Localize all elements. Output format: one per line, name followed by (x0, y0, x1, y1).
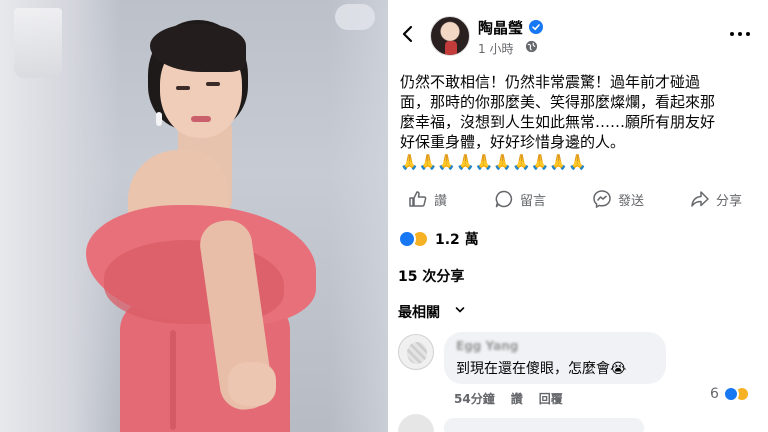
photo-earring (156, 112, 162, 126)
post-text-line: 麼幸福，沒想到人生如此無常……願所有朋友好 (400, 113, 716, 131)
post-photo[interactable] (0, 0, 388, 432)
comment-sort-dropdown[interactable]: 最相關 (398, 302, 440, 322)
facebook-post: 陶晶瑩 1 小時 仍然不敢相信！仍然非常震驚！過年前才碰過 面，那時的你那麼美、… (388, 0, 768, 432)
reaction-count: 1.2 萬 (435, 232, 479, 248)
reaction-summary[interactable]: 1.2 萬 (398, 228, 479, 250)
like-button[interactable]: 讚 (408, 188, 447, 210)
photo-dress-fold (170, 330, 176, 430)
globe-icon (525, 40, 538, 53)
comment-bubble: Egg Yang 到現在還在傻眼，怎麼會😭 (444, 332, 666, 384)
like-reaction-icon (398, 230, 416, 248)
messenger-icon (593, 190, 611, 209)
like-label: 讚 (434, 193, 448, 209)
chevron-down-icon[interactable] (455, 306, 465, 314)
comment-icon (495, 190, 513, 208)
comment-label: 留言 (520, 193, 547, 209)
author-avatar[interactable] (430, 16, 470, 56)
action-bar: 讚 留言 發送 分享 (388, 182, 768, 216)
post-text-line: 仍然不敢相信！仍然非常震驚！過年前才碰過 (400, 73, 701, 91)
comment-reactions[interactable]: 6 (710, 386, 750, 402)
photo-hand (228, 362, 276, 406)
like-reaction-icon (722, 386, 739, 402)
photo-lips (191, 116, 211, 122)
photo-wall-logo (335, 4, 375, 30)
post-text: 仍然不敢相信！仍然非常震驚！過年前才碰過 面，那時的你那麼美、笑得那麼燦爛，看起… (400, 72, 760, 172)
comment-time[interactable]: 54分鐘 (454, 390, 495, 407)
verified-badge-icon (529, 20, 543, 34)
share-button[interactable]: 分享 (690, 188, 742, 210)
post-text-emoji-line: 🙏🙏🙏🙏🙏🙏🙏🙏🙏🙏 (400, 153, 587, 171)
photo-eye-right (206, 82, 220, 86)
next-comment-bubble (444, 418, 644, 432)
photo-pillar (330, 0, 388, 432)
send-button[interactable]: 發送 (592, 188, 644, 210)
comment-reply-link[interactable]: 回覆 (539, 390, 563, 407)
send-label: 發送 (618, 193, 645, 209)
post-header: 陶晶瑩 1 小時 (388, 0, 768, 64)
thumbs-up-icon (409, 191, 427, 207)
photo-bottle-prop (14, 8, 62, 78)
comment-meta: 54分鐘 讚 回覆 (454, 390, 563, 407)
comment-text: 到現在還在傻眼，怎麼會😭 (456, 361, 627, 377)
share-label: 分享 (716, 193, 743, 209)
share-arrow-icon (691, 191, 709, 207)
post-text-line: 面，那時的你那麼美、笑得那麼燦爛，看起來那 (400, 93, 716, 111)
share-count[interactable]: 15 次分享 (398, 266, 464, 286)
post-time[interactable]: 1 小時 (478, 40, 513, 57)
photo-eye-left (176, 86, 190, 90)
post-text-line: 好保重身體，好好珍惜身邊的人。 (400, 133, 626, 151)
commenter-name[interactable]: Egg Yang (456, 339, 518, 353)
next-commenter-avatar[interactable] (398, 414, 434, 432)
author-name[interactable]: 陶晶瑩 (478, 17, 523, 38)
more-options-icon[interactable] (730, 30, 754, 38)
comment-like-link[interactable]: 讚 (511, 390, 523, 407)
back-arrow-icon[interactable] (398, 24, 418, 44)
commenter-avatar[interactable] (398, 334, 434, 370)
comment-reaction-count: 6 (710, 386, 719, 402)
comment-button[interactable]: 留言 (494, 188, 546, 210)
